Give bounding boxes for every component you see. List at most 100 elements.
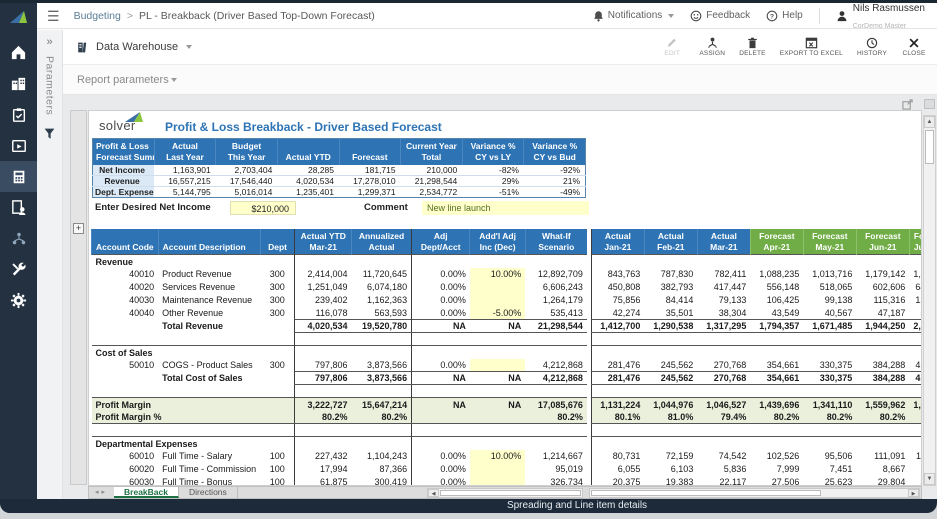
table-row: Total Revenue4,020,53419,520,780NANA21,2…: [92, 320, 587, 333]
cell[interactable]: [470, 359, 525, 372]
cell: 80.2%: [803, 411, 856, 424]
cell: 41: [909, 372, 921, 385]
table-row: 60010Full Time - Salary100227,4321,104,2…: [92, 450, 587, 463]
comment-input[interactable]: New line launch: [422, 201, 589, 215]
cell: 1,264,179: [525, 294, 587, 307]
right-pane-hscrollbar[interactable]: ▶: [589, 488, 920, 498]
delete-button[interactable]: DELETE: [739, 37, 766, 57]
cell: 1,235,401: [277, 187, 339, 198]
cell: 787,830: [644, 268, 697, 281]
sidebar-item-organization[interactable]: [0, 68, 37, 99]
spreadsheet: solver Profit & Loss Breakback - Driver …: [88, 110, 922, 486]
scroll-right-icon[interactable]: ▶: [908, 489, 919, 497]
sidebar-item-admin-tools[interactable]: [0, 254, 37, 285]
cell: 4,020,534: [277, 176, 339, 187]
table-row: 6,0556,1035,8367,9997,4518,667: [591, 463, 921, 476]
solver-logo-icon[interactable]: [0, 3, 37, 30]
feedback-button[interactable]: Feedback: [690, 10, 750, 22]
sheet-tab-nav[interactable]: ◂▸: [89, 487, 114, 498]
cell: 330,375: [803, 372, 856, 385]
chevron-down-icon: [668, 14, 674, 18]
sidebar-item-settings[interactable]: [0, 285, 37, 316]
scroll-left-icon[interactable]: ◀: [428, 489, 439, 497]
tab-directions[interactable]: Directions: [179, 487, 238, 498]
scroll-up-icon[interactable]: ▲: [924, 116, 935, 128]
cell[interactable]: [470, 476, 525, 486]
cell: 102,526: [750, 450, 803, 463]
help-button[interactable]: ? Help: [766, 10, 803, 22]
cell: [295, 385, 352, 398]
data-source-selector[interactable]: Data Warehouse: [77, 41, 192, 54]
cell[interactable]: -5.00%: [470, 307, 525, 320]
open-external-icon[interactable]: [902, 99, 913, 110]
vertical-scroll-thumb[interactable]: [925, 130, 934, 164]
sidebar-item-publisher[interactable]: [0, 192, 37, 223]
left-pane-hscrollbar[interactable]: ◀: [427, 488, 583, 498]
corner-widget[interactable]: [924, 99, 935, 109]
cell: [644, 346, 697, 359]
cell[interactable]: [470, 281, 525, 294]
cell: 2,534,772: [401, 187, 463, 198]
cell: [644, 424, 697, 437]
cell: 7,999: [750, 463, 803, 476]
cell: 16,557,215: [154, 176, 216, 187]
export-excel-icon: [805, 37, 818, 49]
cell: 40030: [92, 294, 159, 307]
cell: NA: [412, 372, 470, 385]
gear-icon: [10, 292, 27, 309]
cell[interactable]: [470, 294, 525, 307]
cell: 40010: [92, 268, 159, 281]
cell: 1,66: [909, 398, 921, 411]
vertical-scrollbar[interactable]: ▲ ▼: [923, 115, 936, 486]
cell[interactable]: 10.00%: [470, 268, 525, 281]
cell: 116,078: [295, 307, 352, 320]
tab-breakback[interactable]: BreakBack: [114, 487, 179, 498]
history-button[interactable]: HISTORY: [857, 37, 887, 57]
cell: 1,251,049: [295, 281, 352, 294]
expand-group-button[interactable]: +: [73, 223, 84, 234]
cell[interactable]: [470, 463, 525, 476]
sidebar-item-home[interactable]: [0, 37, 37, 68]
table-row: 40010Product Revenue3002,414,00411,720,6…: [92, 268, 587, 281]
table-row: 450,808382,793417,447556,148518,065602,6…: [591, 281, 921, 294]
cell: 79.4%: [697, 411, 750, 424]
cell: 1,944,250: [856, 320, 909, 333]
cell: 0.00%: [412, 307, 470, 320]
sidebar-item-tasks[interactable]: [0, 99, 37, 130]
column-header: Account Code: [92, 229, 159, 255]
cell: 300: [260, 307, 295, 320]
close-button[interactable]: CLOSE: [901, 37, 927, 57]
notifications-button[interactable]: Notifications: [593, 10, 674, 22]
scroll-down-icon[interactable]: ▼: [924, 473, 935, 485]
table-row: 60030Full Time - Bonus10061,875300,4190.…: [92, 476, 587, 486]
cell: 181,715: [339, 165, 401, 176]
report-parameters-toggle[interactable]: Report parameters: [63, 64, 937, 95]
cell: Cost of Sales: [92, 346, 295, 359]
cell: 0.00%: [412, 463, 470, 476]
cell: [412, 333, 470, 346]
column-header: Dept: [260, 229, 295, 255]
cell: [295, 346, 352, 359]
sidebar-item-budgeting[interactable]: [0, 161, 37, 192]
table-row: Revenue: [92, 255, 587, 268]
solver-logo-arrow-icon: [123, 111, 145, 123]
menu-icon[interactable]: ☰: [47, 9, 60, 23]
filter-icon[interactable]: [43, 127, 56, 140]
assign-button[interactable]: ASSIGN: [699, 37, 725, 57]
cell[interactable]: 10.00%: [470, 450, 525, 463]
table-row: 42,27435,50138,30443,54940,56747,1875: [591, 307, 921, 320]
cell: 2,414,004: [295, 268, 352, 281]
cell: 8,667: [856, 463, 909, 476]
breadcrumb-section[interactable]: Budgeting: [74, 10, 121, 22]
cell: [525, 255, 587, 268]
edit-button[interactable]: EDIT: [659, 37, 685, 57]
cell: 843,763: [591, 268, 644, 281]
spreading-panel-toggle[interactable]: Spreading and Line item details: [507, 500, 647, 511]
expand-panel-icon[interactable]: »: [46, 36, 52, 48]
desired-net-income-input[interactable]: $210,000: [230, 201, 296, 215]
sidebar-item-reporting[interactable]: [0, 130, 37, 161]
sidebar-item-integrations[interactable]: [0, 223, 37, 254]
user-menu[interactable]: Nils Rasmussen CorDemo Master: [836, 0, 925, 32]
cell: 11: [909, 450, 921, 463]
export-to-excel-button[interactable]: EXPORT TO EXCEL: [780, 37, 843, 57]
